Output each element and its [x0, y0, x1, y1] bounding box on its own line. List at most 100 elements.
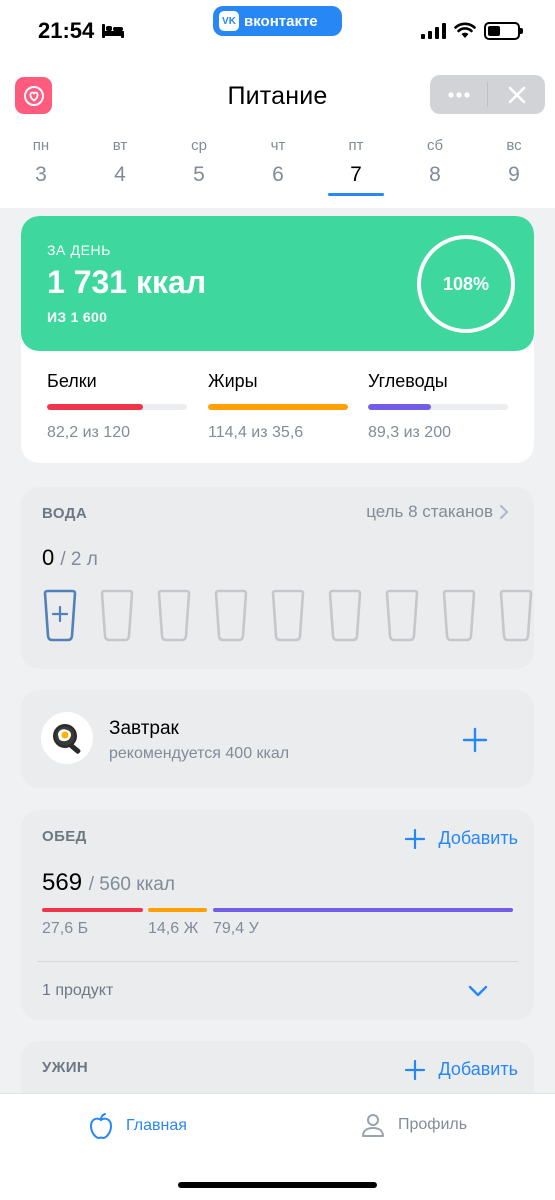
lunch-kcal-total: / 560 ккал	[88, 874, 175, 895]
day-name: пн	[32, 137, 50, 154]
day-name: сб	[426, 137, 444, 154]
day-wed[interactable]: ср 5	[169, 137, 229, 187]
progress-ring: 108%	[417, 235, 515, 333]
water-glass	[385, 589, 419, 642]
dinner-heading: УЖИН	[42, 1059, 89, 1076]
macro-carbs: Углеводы 89,3 из 200	[368, 371, 508, 442]
breakfast-card[interactable]: Завтрак рекомендуется 400 ккал	[21, 690, 534, 788]
water-glass	[214, 589, 248, 642]
macro-track	[368, 404, 508, 410]
summary-label: ЗА ДЕНЬ	[47, 242, 112, 258]
selected-day-indicator	[328, 193, 384, 196]
water-amount: 0 / 2 л	[42, 545, 98, 571]
tab-profile[interactable]: Профиль	[360, 1112, 467, 1138]
day-name: ср	[191, 137, 207, 154]
day-number: 7	[350, 163, 362, 186]
water-glass	[328, 589, 362, 642]
lunch-bar-fat	[148, 908, 207, 912]
lunch-card: ОБЕД Добавить 569 / 560 ккал 27,6 Б 14,6…	[21, 810, 534, 1020]
home-indicator	[178, 1182, 377, 1188]
water-goal-link[interactable]: цель 8 стаканов	[366, 502, 509, 522]
day-sat[interactable]: сб 8	[405, 137, 465, 187]
macro-name: Жиры	[208, 371, 258, 391]
day-number: 5	[193, 163, 205, 186]
lunch-heading: ОБЕД	[42, 828, 87, 845]
macro-fill	[47, 404, 143, 410]
macro-protein: Белки 82,2 из 120	[47, 371, 187, 442]
fried-egg-pan-icon	[41, 712, 93, 764]
apple-icon	[89, 1113, 113, 1140]
macro-track	[208, 404, 348, 410]
lunch-macro-fat: 14,6 Ж	[148, 920, 199, 937]
day-number: 4	[114, 163, 126, 186]
week-selector: пн 3 вт 4 ср 5 чт 6 пт 7 сб 8 вс 9	[0, 137, 555, 197]
status-time: 21:54	[38, 18, 95, 43]
bed-icon	[102, 24, 124, 38]
macro-track	[47, 404, 187, 410]
close-icon[interactable]	[488, 75, 545, 114]
header: Питание пн 3 вт 4 ср 5 чт 6 пт 7 сб 8 вс…	[0, 62, 555, 208]
water-glass	[442, 589, 476, 642]
summary-kcal: 1 731 ккал	[47, 264, 207, 300]
day-name: чт	[270, 137, 286, 154]
breakfast-recommendation: рекомендуется 400 ккал	[109, 745, 290, 762]
daily-summary-card[interactable]: ЗА ДЕНЬ 1 731 ккал ИЗ 1 600 108% Белки 8…	[21, 216, 534, 463]
water-heading: ВОДА	[42, 505, 88, 522]
macro-fill	[368, 404, 431, 410]
add-breakfast-plus-icon[interactable]	[462, 727, 488, 753]
macro-name: Белки	[47, 371, 97, 391]
signal-icon	[421, 23, 446, 39]
tab-home[interactable]: Главная	[88, 1112, 187, 1140]
lunch-products-count: 1 продукт	[42, 982, 114, 999]
day-name: пт	[348, 137, 364, 154]
add-lunch-button[interactable]: Добавить	[405, 828, 518, 849]
battery-icon	[484, 22, 523, 40]
day-name: вс	[506, 137, 522, 154]
plus-icon	[405, 1059, 426, 1080]
lunch-bar-carbs	[213, 908, 513, 912]
day-number: 6	[272, 163, 284, 186]
vk-logo: VK	[219, 11, 239, 31]
day-mon[interactable]: пн 3	[11, 137, 71, 187]
breakfast-title: Завтрак	[109, 718, 179, 739]
macro-fill	[208, 404, 348, 410]
divider	[37, 961, 518, 962]
macro-fat: Жиры 114,4 из 35,6	[208, 371, 348, 442]
water-amount-value: 0	[42, 545, 55, 570]
day-fri[interactable]: пт 7	[326, 137, 386, 187]
macro-value: 114,4 из 35,6	[208, 424, 304, 441]
lunch-macro-carbs: 79,4 У	[213, 920, 259, 937]
water-glass	[271, 589, 305, 642]
chevron-down-icon[interactable]	[468, 985, 488, 997]
water-goal-label: цель 8 стаканов	[366, 502, 493, 521]
lunch-kcal: 569 / 560 ккал	[42, 869, 175, 897]
daily-summary-banner: ЗА ДЕНЬ 1 731 ккал ИЗ 1 600 108%	[21, 216, 534, 351]
day-thu[interactable]: чт 6	[248, 137, 308, 187]
mini-app-capsule	[430, 75, 545, 114]
day-tue[interactable]: вт 4	[90, 137, 150, 187]
day-sun[interactable]: вс 9	[484, 137, 544, 187]
chevron-right-icon	[500, 505, 508, 519]
water-amount-total: / 2 л	[60, 549, 98, 570]
wifi-icon	[454, 22, 476, 38]
day-number: 3	[35, 163, 47, 186]
water-glass	[499, 589, 533, 642]
add-dinner-button[interactable]: Добавить	[405, 1059, 518, 1080]
add-dinner-label: Добавить	[438, 1059, 518, 1079]
vk-pill-label: вконтакте	[244, 12, 318, 30]
lunch-kcal-value: 569	[42, 869, 83, 896]
day-name: вт	[112, 137, 128, 154]
day-number: 8	[429, 163, 441, 186]
add-water-glass[interactable]	[42, 589, 78, 642]
more-horizontal-icon[interactable]	[430, 75, 487, 114]
dinner-card: УЖИН Добавить	[21, 1041, 534, 1101]
water-glass	[157, 589, 191, 642]
progress-percent: 108%	[442, 273, 490, 294]
plus-icon	[405, 828, 426, 849]
summary-goal: ИЗ 1 600	[47, 309, 108, 325]
water-glass	[100, 589, 134, 642]
user-icon	[362, 1114, 384, 1137]
add-lunch-label: Добавить	[438, 828, 518, 848]
macro-value: 82,2 из 120	[47, 424, 130, 441]
vk-app-pill[interactable]: VK вконтакте	[213, 6, 342, 36]
